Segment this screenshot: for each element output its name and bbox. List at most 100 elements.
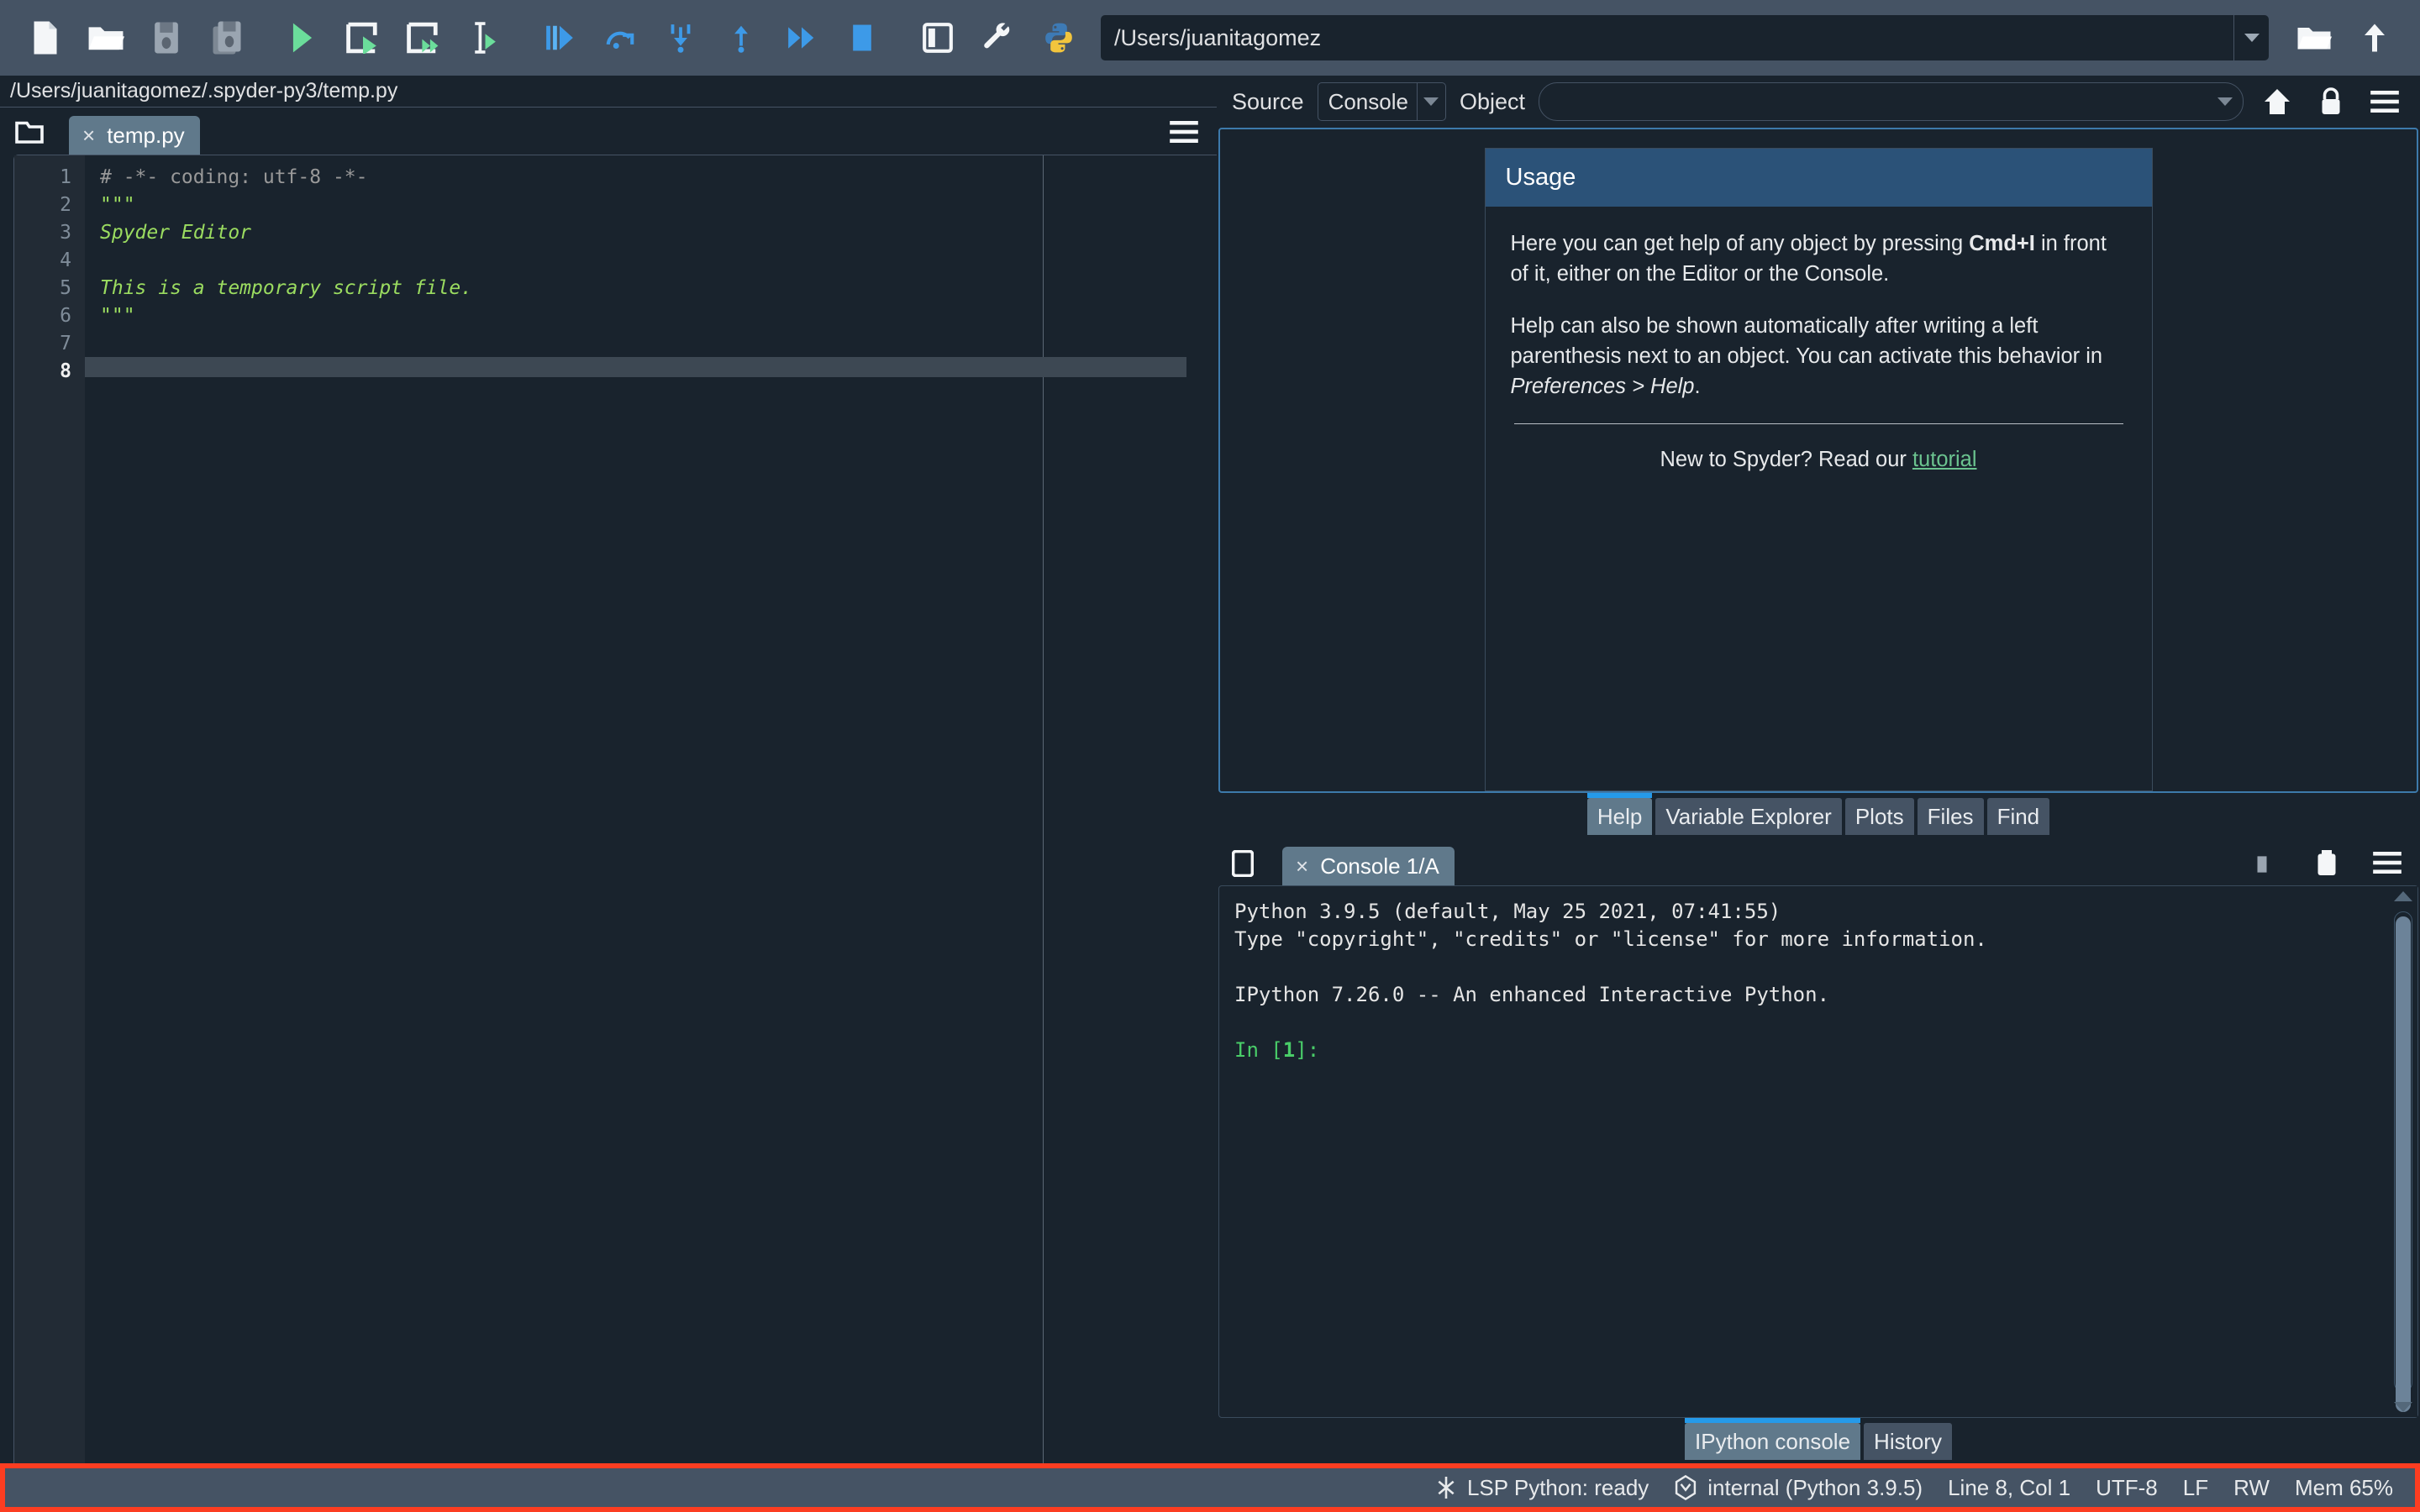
console-remove-button[interactable] [2314, 848, 2339, 877]
save-file-button[interactable] [136, 8, 197, 68]
help-source-label: Source [1232, 88, 1304, 114]
tab-plots[interactable]: Plots [1844, 798, 1914, 835]
new-file-button[interactable] [15, 8, 76, 68]
editor-scrollbar[interactable] [1186, 155, 1217, 1463]
run-selection-button[interactable] [454, 8, 514, 68]
console-options-button[interactable] [2373, 852, 2402, 874]
preferences-button[interactable] [968, 8, 1028, 68]
line-number: 3 [60, 222, 71, 244]
status-eol: LF [2182, 1474, 2209, 1500]
usage-footer: New to Spyder? Read our tutorial [1511, 444, 2127, 475]
step-over-icon [604, 23, 636, 53]
spyder-window: /Users/juanitagomez /Users/juanitagomez/… [0, 0, 2420, 1512]
editor-body[interactable]: 1 2 3 4 5 6 7 8 # -*- coding: utf-8 -*- … [13, 155, 1217, 1463]
console-pane-tabstrip: IPython console History [1217, 1418, 2420, 1463]
tutorial-link[interactable]: tutorial [1912, 448, 1977, 471]
console-line-2: Type "copyright", "credits" or "license"… [1234, 927, 1987, 951]
help-options-button[interactable] [2365, 81, 2405, 122]
python-icon [1043, 22, 1075, 54]
prompt-suffix: ]: [1295, 1038, 1320, 1062]
step-return-button[interactable] [711, 8, 771, 68]
help-source-combo[interactable]: Console [1317, 82, 1446, 121]
console-line-1: Python 3.9.5 (default, May 25 2021, 07:4… [1234, 900, 1781, 923]
continue-execution-button[interactable] [771, 8, 832, 68]
main-area: /Users/juanitagomez/.spyder-py3/temp.py … [0, 76, 2420, 1463]
line-number: 2 [60, 194, 71, 216]
status-bar: LSP Python: ready internal (Python 3.9.5… [0, 1463, 2420, 1512]
line-number-current: 8 [60, 360, 71, 382]
close-icon[interactable]: × [1296, 855, 1308, 877]
status-encoding: UTF-8 [2096, 1474, 2158, 1500]
usage-paragraph-2: Help can also be shown automatically aft… [1511, 311, 2127, 402]
code-branch-icon [1435, 1475, 1457, 1500]
editor-file-path: /Users/juanitagomez/.spyder-py3/temp.py [0, 76, 1217, 108]
run-cell-advance-button[interactable] [393, 8, 454, 68]
new-file-icon [30, 20, 60, 55]
code-line-3: Spyder Editor [100, 222, 252, 244]
console-interrupt-button[interactable] [2254, 855, 2270, 874]
tab-history[interactable]: History [1864, 1423, 1952, 1460]
tab-find[interactable]: Find [1986, 798, 2050, 835]
console-scrollbar[interactable] [2389, 886, 2417, 1417]
editor-code-area[interactable]: # -*- coding: utf-8 -*- """ Spyder Edito… [85, 155, 1217, 1463]
browse-folder-icon [2296, 22, 2332, 54]
save-all-button[interactable] [197, 8, 257, 68]
run-cell-button[interactable] [333, 8, 393, 68]
open-file-button[interactable] [76, 8, 136, 68]
usage-card-title: Usage [1485, 149, 2152, 207]
step-return-icon [727, 22, 755, 54]
scroll-up-icon[interactable] [2394, 891, 2412, 901]
run-cell-icon [345, 22, 381, 54]
step-into-icon [666, 22, 695, 54]
editor-line-numbers: 1 2 3 4 5 6 7 8 [14, 155, 85, 1463]
python-env-icon [1674, 1475, 1697, 1500]
parent-directory-button[interactable] [2344, 8, 2405, 68]
tab-variable-explorer[interactable]: Variable Explorer [1655, 798, 1842, 835]
debug-file-button[interactable] [529, 8, 590, 68]
line-number: 5 [60, 277, 71, 299]
status-permissions: RW [2233, 1474, 2270, 1500]
working-directory-combo[interactable]: /Users/juanitagomez [1101, 15, 2269, 60]
run-file-button[interactable] [272, 8, 333, 68]
scrollbar-thumb[interactable] [2396, 916, 2411, 1412]
working-directory-dropdown-arrow[interactable] [2233, 15, 2269, 60]
browse-tabs-icon[interactable] [1232, 850, 1260, 877]
console-tab-1a[interactable]: × Console 1/A [1282, 847, 1455, 890]
scroll-down-icon[interactable] [2394, 1402, 2412, 1412]
console-prompt: In [1]: [1234, 1037, 2389, 1064]
help-lock-button[interactable] [2311, 81, 2351, 122]
run-selection-icon [470, 21, 498, 55]
chevron-down-icon[interactable] [2212, 83, 2238, 120]
chevron-down-icon[interactable] [1416, 83, 1445, 120]
python-path-manager-button[interactable] [1028, 8, 1089, 68]
browse-working-directory-button[interactable] [2284, 8, 2344, 68]
stop-icon [850, 24, 874, 52]
help-object-input[interactable] [1539, 82, 2244, 121]
tab-help[interactable]: Help [1586, 793, 1653, 835]
browse-tabs-icon[interactable] [15, 119, 44, 144]
maximize-pane-button[interactable] [908, 8, 968, 68]
console-line-5 [1234, 1009, 2389, 1037]
code-line-6: """ [100, 305, 135, 327]
console-body[interactable]: Python 3.9.5 (default, May 25 2021, 07:4… [1218, 885, 2418, 1418]
usage-preferences-path: Preferences > Help [1510, 375, 1695, 398]
console-output[interactable]: Python 3.9.5 (default, May 25 2021, 07:4… [1219, 886, 2389, 1417]
save-all-icon [211, 20, 243, 55]
usage-p1-pre: Here you can get help of any object by p… [1510, 232, 1970, 255]
editor-tabbar: × temp.py [0, 108, 1217, 159]
help-home-button[interactable] [2257, 81, 2297, 122]
status-interpreter[interactable]: internal (Python 3.9.5) [1674, 1475, 1923, 1501]
editor-tab-temp-py[interactable]: × temp.py [69, 116, 200, 159]
step-over-button[interactable] [590, 8, 650, 68]
usage-divider [1513, 423, 2123, 424]
stop-debugging-button[interactable] [832, 8, 892, 68]
tab-ipython-console[interactable]: IPython console [1685, 1418, 1861, 1460]
status-lsp[interactable]: LSP Python: ready [1435, 1475, 1649, 1501]
editor-options-button[interactable] [1170, 121, 1198, 143]
close-icon[interactable]: × [82, 124, 95, 146]
tab-files[interactable]: Files [1917, 798, 1984, 835]
save-icon [153, 21, 180, 55]
step-into-button[interactable] [650, 8, 711, 68]
run-icon [290, 22, 315, 54]
